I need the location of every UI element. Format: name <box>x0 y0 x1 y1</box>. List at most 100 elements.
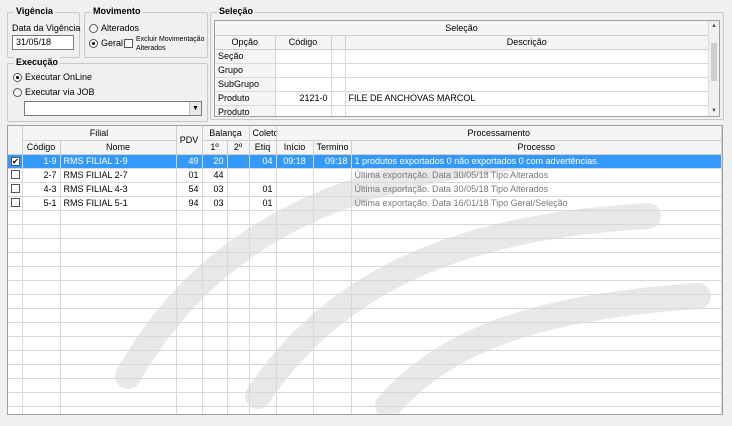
selecao-descricao <box>345 49 709 64</box>
empty-row <box>8 364 722 379</box>
selecao-descricao <box>345 63 709 78</box>
empty-row <box>8 294 722 309</box>
filiais-grid: Filial PDV Balança Coletor Processamento… <box>7 125 723 415</box>
inicio-value <box>276 196 314 211</box>
selecao-opcao: Produto <box>215 91 276 106</box>
selecao-codigo[interactable] <box>275 105 332 116</box>
selecao-opcao: Grupo <box>215 63 276 78</box>
empty-row <box>8 350 722 365</box>
selecao-row[interactable]: SubGrupo <box>215 77 709 92</box>
selecao-row[interactable]: Produto 2121-0 FILE DE ANCHOVAS MARCOL <box>215 91 709 106</box>
selecao-lookup[interactable] <box>331 49 346 64</box>
empty-row <box>8 266 722 281</box>
selecao-opcao: SubGrupo <box>215 77 276 92</box>
vigencia-title: Vigência <box>14 6 55 16</box>
row-checkbox[interactable] <box>11 169 20 179</box>
balanca-2-value <box>227 182 250 197</box>
selecao-lookup[interactable] <box>331 77 346 92</box>
termino-value <box>313 168 352 183</box>
filial-nome: RMS FILIAL 1-9 <box>60 154 177 169</box>
balanca-2-value <box>227 196 250 211</box>
selecao-lookup[interactable] <box>331 105 346 116</box>
empty-row <box>8 378 722 393</box>
pdv-value: 54 <box>176 182 203 197</box>
pdv-value: 94 <box>176 196 203 211</box>
empty-row <box>8 210 722 225</box>
selecao-codigo[interactable] <box>275 49 332 64</box>
excluir-movimentacao-label: Excluir Movimentação <box>136 36 205 43</box>
processo-value: Última exportação. Data 30/05/18 Tipo Al… <box>351 182 722 197</box>
col-opcao: Opção <box>215 35 276 50</box>
etiq-header: Etiq <box>249 140 277 155</box>
vigencia-date-label: Data da Vigência <box>12 23 81 33</box>
scroll-down-icon[interactable]: ▼ <box>709 106 719 116</box>
etiq-value: 04 <box>249 154 277 169</box>
executar-job-radio[interactable] <box>13 88 22 97</box>
chevron-down-icon[interactable]: ▼ <box>189 102 201 115</box>
vigencia-date-input[interactable]: 31/05/18 <box>12 35 74 50</box>
filial-row[interactable]: 4-3 RMS FILIAL 4-3 54 03 01 Última exportação… <box>8 182 722 197</box>
selecao-descricao <box>345 105 709 116</box>
etiq-value: 01 <box>249 196 277 211</box>
filial-row[interactable]: 5-1 RMS FILIAL 5-1 94 03 01 Última exportação… <box>8 196 722 211</box>
selecao-codigo[interactable]: 2121-0 <box>275 91 332 106</box>
selecao-table: Seleção Opção Código Descrição Seção Grup… <box>215 21 709 116</box>
selecao-grid: Seleção Opção Código Descrição Seção Grup… <box>214 20 720 117</box>
filial-codigo: 4-3 <box>22 182 61 197</box>
filial-nome: RMS FILIAL 4-3 <box>60 182 177 197</box>
empty-row <box>8 224 722 239</box>
executar-online-radio[interactable] <box>13 73 22 82</box>
empty-row <box>8 280 722 295</box>
scroll-thumb[interactable] <box>711 43 717 81</box>
execucao-title: Execução <box>14 57 61 67</box>
pdv-value: 01 <box>176 168 203 183</box>
codigo-header: Código <box>22 140 61 155</box>
termino-value <box>313 196 352 211</box>
processo-header: Processo <box>351 140 722 155</box>
balanca-2-value <box>227 154 250 169</box>
selecao-lookup[interactable] <box>331 63 346 78</box>
filial-row[interactable]: ✔ 1-9 RMS FILIAL 1-9 49 20 04 09:18 09:18 1 prod… <box>8 154 722 169</box>
row-checkbox[interactable] <box>11 197 20 207</box>
scroll-up-icon[interactable]: ▲ <box>709 21 719 31</box>
geral-radio[interactable] <box>89 39 98 48</box>
executar-job-label: Executar via JOB <box>25 87 95 97</box>
balanca-header: Balança <box>202 126 250 141</box>
selecao-codigo[interactable] <box>275 77 332 92</box>
empty-row <box>8 392 722 407</box>
job-select[interactable]: ▼ <box>24 101 202 116</box>
selecao-scrollbar[interactable]: ▲ ▼ <box>708 21 719 116</box>
excluir-movimentacao-checkbox[interactable] <box>124 39 133 48</box>
empty-row <box>8 308 722 323</box>
processo-value: Última exportação. Data 30/05/18 Tipo Al… <box>351 168 722 183</box>
balanca-1-value: 03 <box>202 182 228 197</box>
filial-nome: RMS FILIAL 5-1 <box>60 196 177 211</box>
selecao-codigo[interactable] <box>275 63 332 78</box>
termino-header: Termino <box>313 140 352 155</box>
inicio-header: Início <box>276 140 314 155</box>
inicio-value: 09:18 <box>276 154 314 169</box>
col-blank <box>331 35 346 50</box>
row-checkbox[interactable]: ✔ <box>11 157 20 166</box>
balanca-1-value: 03 <box>202 196 228 211</box>
etiq-value: 01 <box>249 182 277 197</box>
filial-row[interactable]: 2-7 RMS FILIAL 2-7 01 44 Última exportação. … <box>8 168 722 183</box>
empty-row <box>8 336 722 351</box>
filial-codigo: 2-7 <box>22 168 61 183</box>
processo-value: Última exportação. Data 16/01/18 Tipo Ge… <box>351 196 722 211</box>
row-checkbox[interactable] <box>11 183 20 193</box>
selecao-descricao: FILE DE ANCHOVAS MARCOL <box>345 91 709 106</box>
empty-row <box>8 322 722 337</box>
balanca-2-value <box>227 168 250 183</box>
executar-online-label: Executar OnLine <box>25 72 93 82</box>
filial-nome: RMS FILIAL 2-7 <box>60 168 177 183</box>
selecao-row[interactable]: Seção <box>215 49 709 64</box>
selecao-row[interactable]: Produto <box>215 105 709 116</box>
selecao-row[interactable]: Grupo <box>215 63 709 78</box>
excluir-alterados-label: Alterados <box>136 45 166 52</box>
selecao-lookup[interactable] <box>331 91 346 106</box>
balanca-1-header: 1º <box>202 140 228 155</box>
balanca-1-value: 20 <box>202 154 228 169</box>
filial-codigo: 5-1 <box>22 196 61 211</box>
alterados-radio[interactable] <box>89 24 98 33</box>
